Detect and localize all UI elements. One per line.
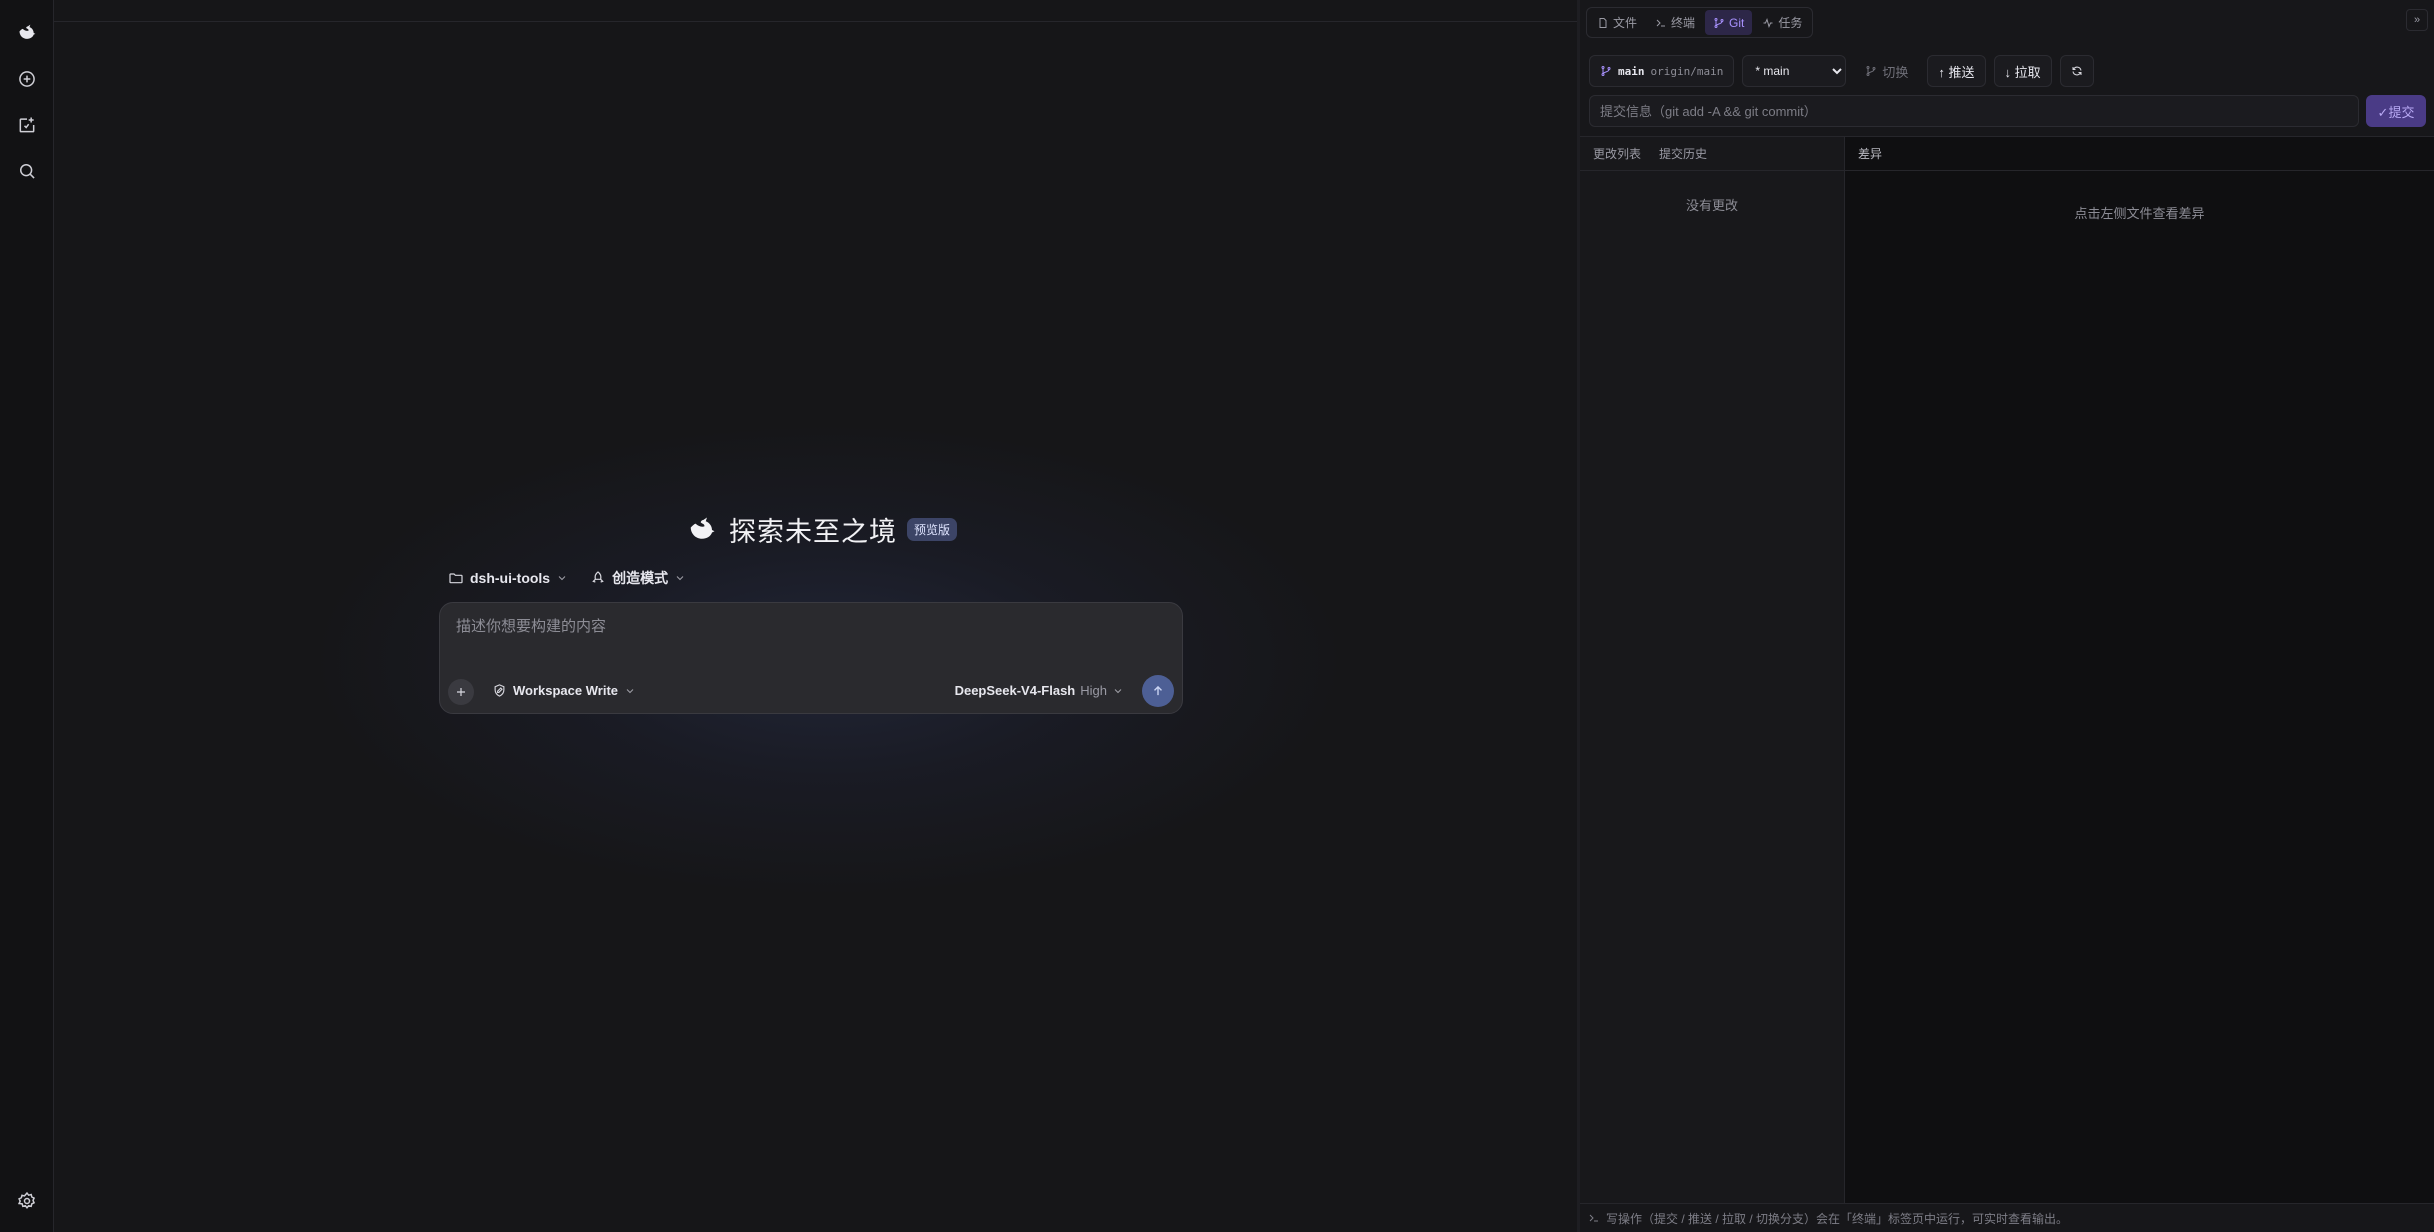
git-toolbar: main origin/main * main 切换 ↑ 推送 ↓ 拉取 [1589, 55, 2094, 87]
switch-label: 切换 [1882, 64, 1909, 80]
settings-icon[interactable] [12, 1186, 42, 1216]
refresh-button[interactable] [2059, 55, 2094, 87]
git-panel: 文件 终端 Git 任务 » main origin/main * main 切… [1577, 0, 2434, 1232]
terminal-icon [1656, 19, 1666, 26]
mode-label: 创造模式 [612, 570, 669, 586]
chevron-down-icon [676, 576, 684, 581]
prompt-input[interactable] [454, 617, 1168, 636]
git-branch-icon [1866, 66, 1876, 76]
main-topbar [54, 0, 1577, 22]
whale-logo-icon [690, 517, 715, 539]
permission-label: Workspace Write [513, 683, 619, 698]
tab-label: 终端 [1671, 16, 1696, 30]
git-branch-icon [1714, 17, 1724, 28]
hero-title: 探索未至之境 [729, 517, 897, 547]
pull-label: ↓ 拉取 [2004, 64, 2041, 80]
tab-changes[interactable]: 更改列表 [1593, 145, 1641, 162]
git-branch-icon [1601, 66, 1611, 76]
diff-header: 差异 [1845, 137, 2434, 171]
status-text: 写操作（提交 / 推送 / 拉取 / 切换分支）会在「终端」标签页中运行，可实时… [1606, 1211, 2069, 1226]
model-name: DeepSeek-V4-Flash [954, 683, 1076, 698]
whale-logo-icon[interactable] [12, 18, 42, 48]
panel-tabs: 文件 终端 Git 任务 [1586, 7, 1814, 38]
branch-select[interactable]: * main [1742, 55, 1847, 87]
tab-tasks[interactable]: 任务 [1754, 10, 1810, 35]
current-branch: main origin/main [1589, 55, 1735, 87]
collapse-panel-button[interactable]: » [2406, 9, 2428, 31]
tab-label: 文件 [1613, 16, 1638, 30]
terminal-icon [1589, 1214, 1598, 1222]
left-rail [0, 0, 54, 1232]
commit-message-input[interactable] [1589, 95, 2359, 127]
status-bar: 写操作（提交 / 推送 / 拉取 / 切换分支）会在「终端」标签页中运行，可实时… [1580, 1203, 2434, 1232]
tab-label: 任务 [1778, 16, 1803, 30]
branch-remote: origin/main [1650, 64, 1724, 78]
push-label: ↑ 推送 [1938, 64, 1975, 80]
refresh-icon [2072, 66, 2082, 76]
composer: Workspace Write DeepSeek-V4-Flash High [439, 602, 1183, 714]
context-row: dsh-ui-tools 创造模式 [448, 568, 686, 588]
attach-button[interactable] [448, 679, 474, 705]
preview-badge: 预览版 [907, 518, 958, 541]
push-button[interactable]: ↑ 推送 [1927, 55, 1986, 87]
plus-icon [457, 688, 465, 696]
pull-button[interactable]: ↓ 拉取 [1993, 55, 2052, 87]
model-selector[interactable]: DeepSeek-V4-Flash High [955, 683, 1124, 698]
shield-edit-icon [494, 684, 505, 697]
folder-label: dsh-ui-tools [470, 570, 551, 586]
rocket-icon [592, 571, 604, 583]
model-level: High [1080, 683, 1107, 698]
branch-name: main [1618, 64, 1645, 78]
arrow-up-icon [1154, 685, 1162, 696]
changes-sub-tabs: 更改列表 提交历史 [1580, 137, 1844, 171]
commit-row: ✓提交 [1589, 95, 2426, 127]
tab-git[interactable]: Git [1705, 10, 1753, 35]
permission-selector[interactable]: Workspace Write [492, 683, 636, 698]
chevron-down-icon [626, 688, 634, 693]
mode-selector[interactable]: 创造模式 [590, 568, 686, 588]
new-chat-icon[interactable] [12, 64, 42, 94]
file-icon [1599, 17, 1607, 28]
commit-button[interactable]: ✓提交 [2366, 95, 2426, 127]
folder-icon [449, 573, 463, 584]
activity-icon [1763, 17, 1773, 28]
chevron-down-icon [1114, 688, 1122, 693]
tab-files[interactable]: 文件 [1589, 10, 1645, 35]
tab-terminal[interactable]: 终端 [1647, 10, 1703, 35]
switch-branch-button[interactable]: 切换 [1854, 55, 1919, 87]
tab-label: Git [1729, 15, 1745, 30]
main-area: 探索未至之境 预览版 dsh-ui-tools 创造模式 Workspace W… [54, 0, 1577, 1232]
new-task-icon[interactable] [12, 110, 42, 140]
empty-changes-text: 没有更改 [1685, 198, 1738, 213]
chevron-down-icon [558, 576, 566, 581]
send-button[interactable] [1142, 675, 1174, 707]
folder-selector[interactable]: dsh-ui-tools [448, 570, 568, 586]
search-icon[interactable] [12, 156, 42, 186]
diff-column: 差异 点击左侧文件查看差异 [1845, 137, 2434, 1203]
changes-column: 更改列表 提交历史 没有更改 [1580, 137, 1845, 1203]
hero: 探索未至之境 预览版 [685, 510, 958, 549]
diff-empty-text: 点击左侧文件查看差异 [2074, 206, 2205, 221]
tab-history[interactable]: 提交历史 [1659, 145, 1707, 162]
